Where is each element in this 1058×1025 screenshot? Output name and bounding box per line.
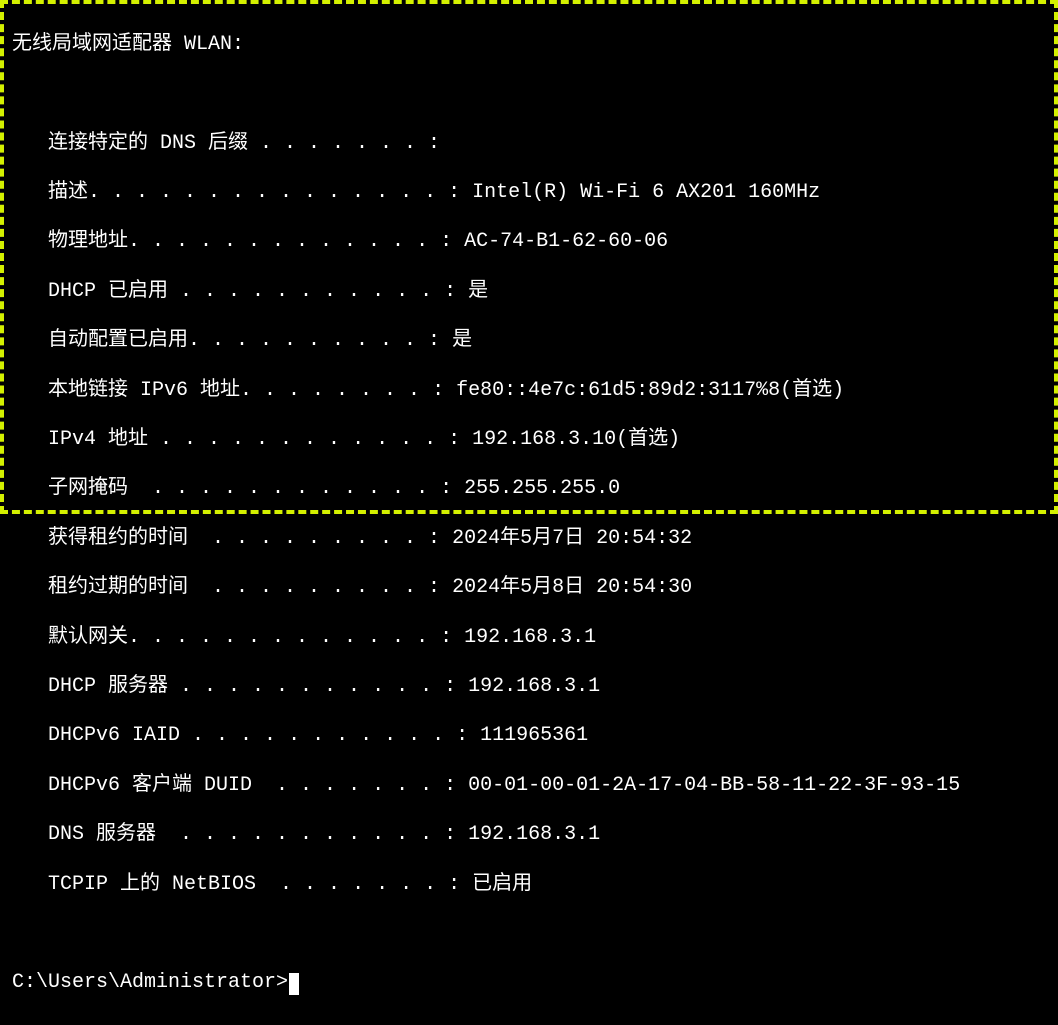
cfg-label: IPv4 地址	[48, 428, 148, 451]
cfg-label: TCPIP 上的 NetBIOS	[48, 873, 256, 896]
prompt-line[interactable]: C:\Users\Administrator>	[12, 971, 1048, 996]
config-row: 自动配置已启用. . . . . . . . . . : 是	[12, 329, 1048, 354]
terminal-output: 无线局域网适配器 WLAN: 连接特定的 DNS 后缀 . . . . . . …	[4, 4, 1054, 1025]
cfg-value: 已启用	[472, 873, 532, 896]
config-row: 描述. . . . . . . . . . . . . . . : Intel(…	[12, 181, 1048, 206]
prompt-text: C:\Users\Administrator>	[12, 971, 288, 996]
cfg-label: DHCP 服务器	[48, 675, 168, 698]
config-row: DHCP 已启用 . . . . . . . . . . . : 是	[12, 280, 1048, 305]
cfg-label: 获得租约的时间	[48, 527, 188, 550]
cfg-value: 是	[468, 280, 488, 303]
config-row: DHCPv6 客户端 DUID . . . . . . . : 00-01-00…	[12, 774, 1048, 799]
cfg-value: 192.168.3.1	[468, 823, 600, 846]
config-row: 物理地址. . . . . . . . . . . . . : AC-74-B1…	[12, 230, 1048, 255]
cfg-value: fe80::4e7c:61d5:89d2:3117%8(首选)	[456, 379, 844, 402]
cfg-value: 192.168.3.10(首选)	[472, 428, 680, 451]
cfg-label: 自动配置已启用	[48, 329, 188, 352]
config-row: DHCP 服务器 . . . . . . . . . . . : 192.168…	[12, 675, 1048, 700]
config-row: 租约过期的时间 . . . . . . . . . : 2024年5月8日 20…	[12, 576, 1048, 601]
cfg-label: 本地链接 IPv6 地址	[48, 379, 240, 402]
cursor-icon	[289, 973, 299, 995]
adapter-header: 无线局域网适配器 WLAN:	[12, 33, 1048, 58]
cfg-value: 是	[452, 329, 472, 352]
cfg-label: DHCPv6 客户端 DUID	[48, 774, 252, 797]
cfg-label: DNS 服务器	[48, 823, 156, 846]
config-row: 子网掩码 . . . . . . . . . . . . : 255.255.2…	[12, 477, 1048, 502]
config-row: 获得租约的时间 . . . . . . . . . : 2024年5月7日 20…	[12, 527, 1048, 552]
blank-line	[12, 82, 1048, 107]
cfg-value: 2024年5月8日 20:54:30	[452, 576, 692, 599]
config-row: 连接特定的 DNS 后缀 . . . . . . . :	[12, 132, 1048, 157]
cfg-value: AC-74-B1-62-60-06	[464, 230, 668, 253]
cfg-value: Intel(R) Wi-Fi 6 AX201 160MHz	[472, 181, 820, 204]
cfg-label: 子网掩码	[48, 477, 128, 500]
cfg-label: 连接特定的 DNS 后缀	[48, 132, 248, 155]
cfg-label: DHCP 已启用	[48, 280, 168, 303]
cfg-label: DHCPv6 IAID	[48, 724, 180, 747]
config-row: DHCPv6 IAID . . . . . . . . . . . : 1119…	[12, 724, 1048, 749]
config-row: IPv4 地址 . . . . . . . . . . . . : 192.16…	[12, 428, 1048, 453]
cfg-value: 255.255.255.0	[464, 477, 620, 500]
cfg-label: 描述	[48, 181, 88, 204]
cfg-value: 192.168.3.1	[468, 675, 600, 698]
cfg-value: 2024年5月7日 20:54:32	[452, 527, 692, 550]
config-row: 默认网关. . . . . . . . . . . . . : 192.168.…	[12, 626, 1048, 651]
cfg-label: 租约过期的时间	[48, 576, 188, 599]
config-row: TCPIP 上的 NetBIOS . . . . . . . : 已启用	[12, 873, 1048, 898]
cfg-label: 物理地址	[48, 230, 128, 253]
config-row: DNS 服务器 . . . . . . . . . . . : 192.168.…	[12, 823, 1048, 848]
config-row: 本地链接 IPv6 地址. . . . . . . . : fe80::4e7c…	[12, 379, 1048, 404]
cfg-label: 默认网关	[48, 626, 128, 649]
cfg-value: 00-01-00-01-2A-17-04-BB-58-11-22-3F-93-1…	[468, 774, 960, 797]
cfg-value: 192.168.3.1	[464, 626, 596, 649]
blank-line	[12, 922, 1048, 947]
cfg-value: 111965361	[480, 724, 588, 747]
